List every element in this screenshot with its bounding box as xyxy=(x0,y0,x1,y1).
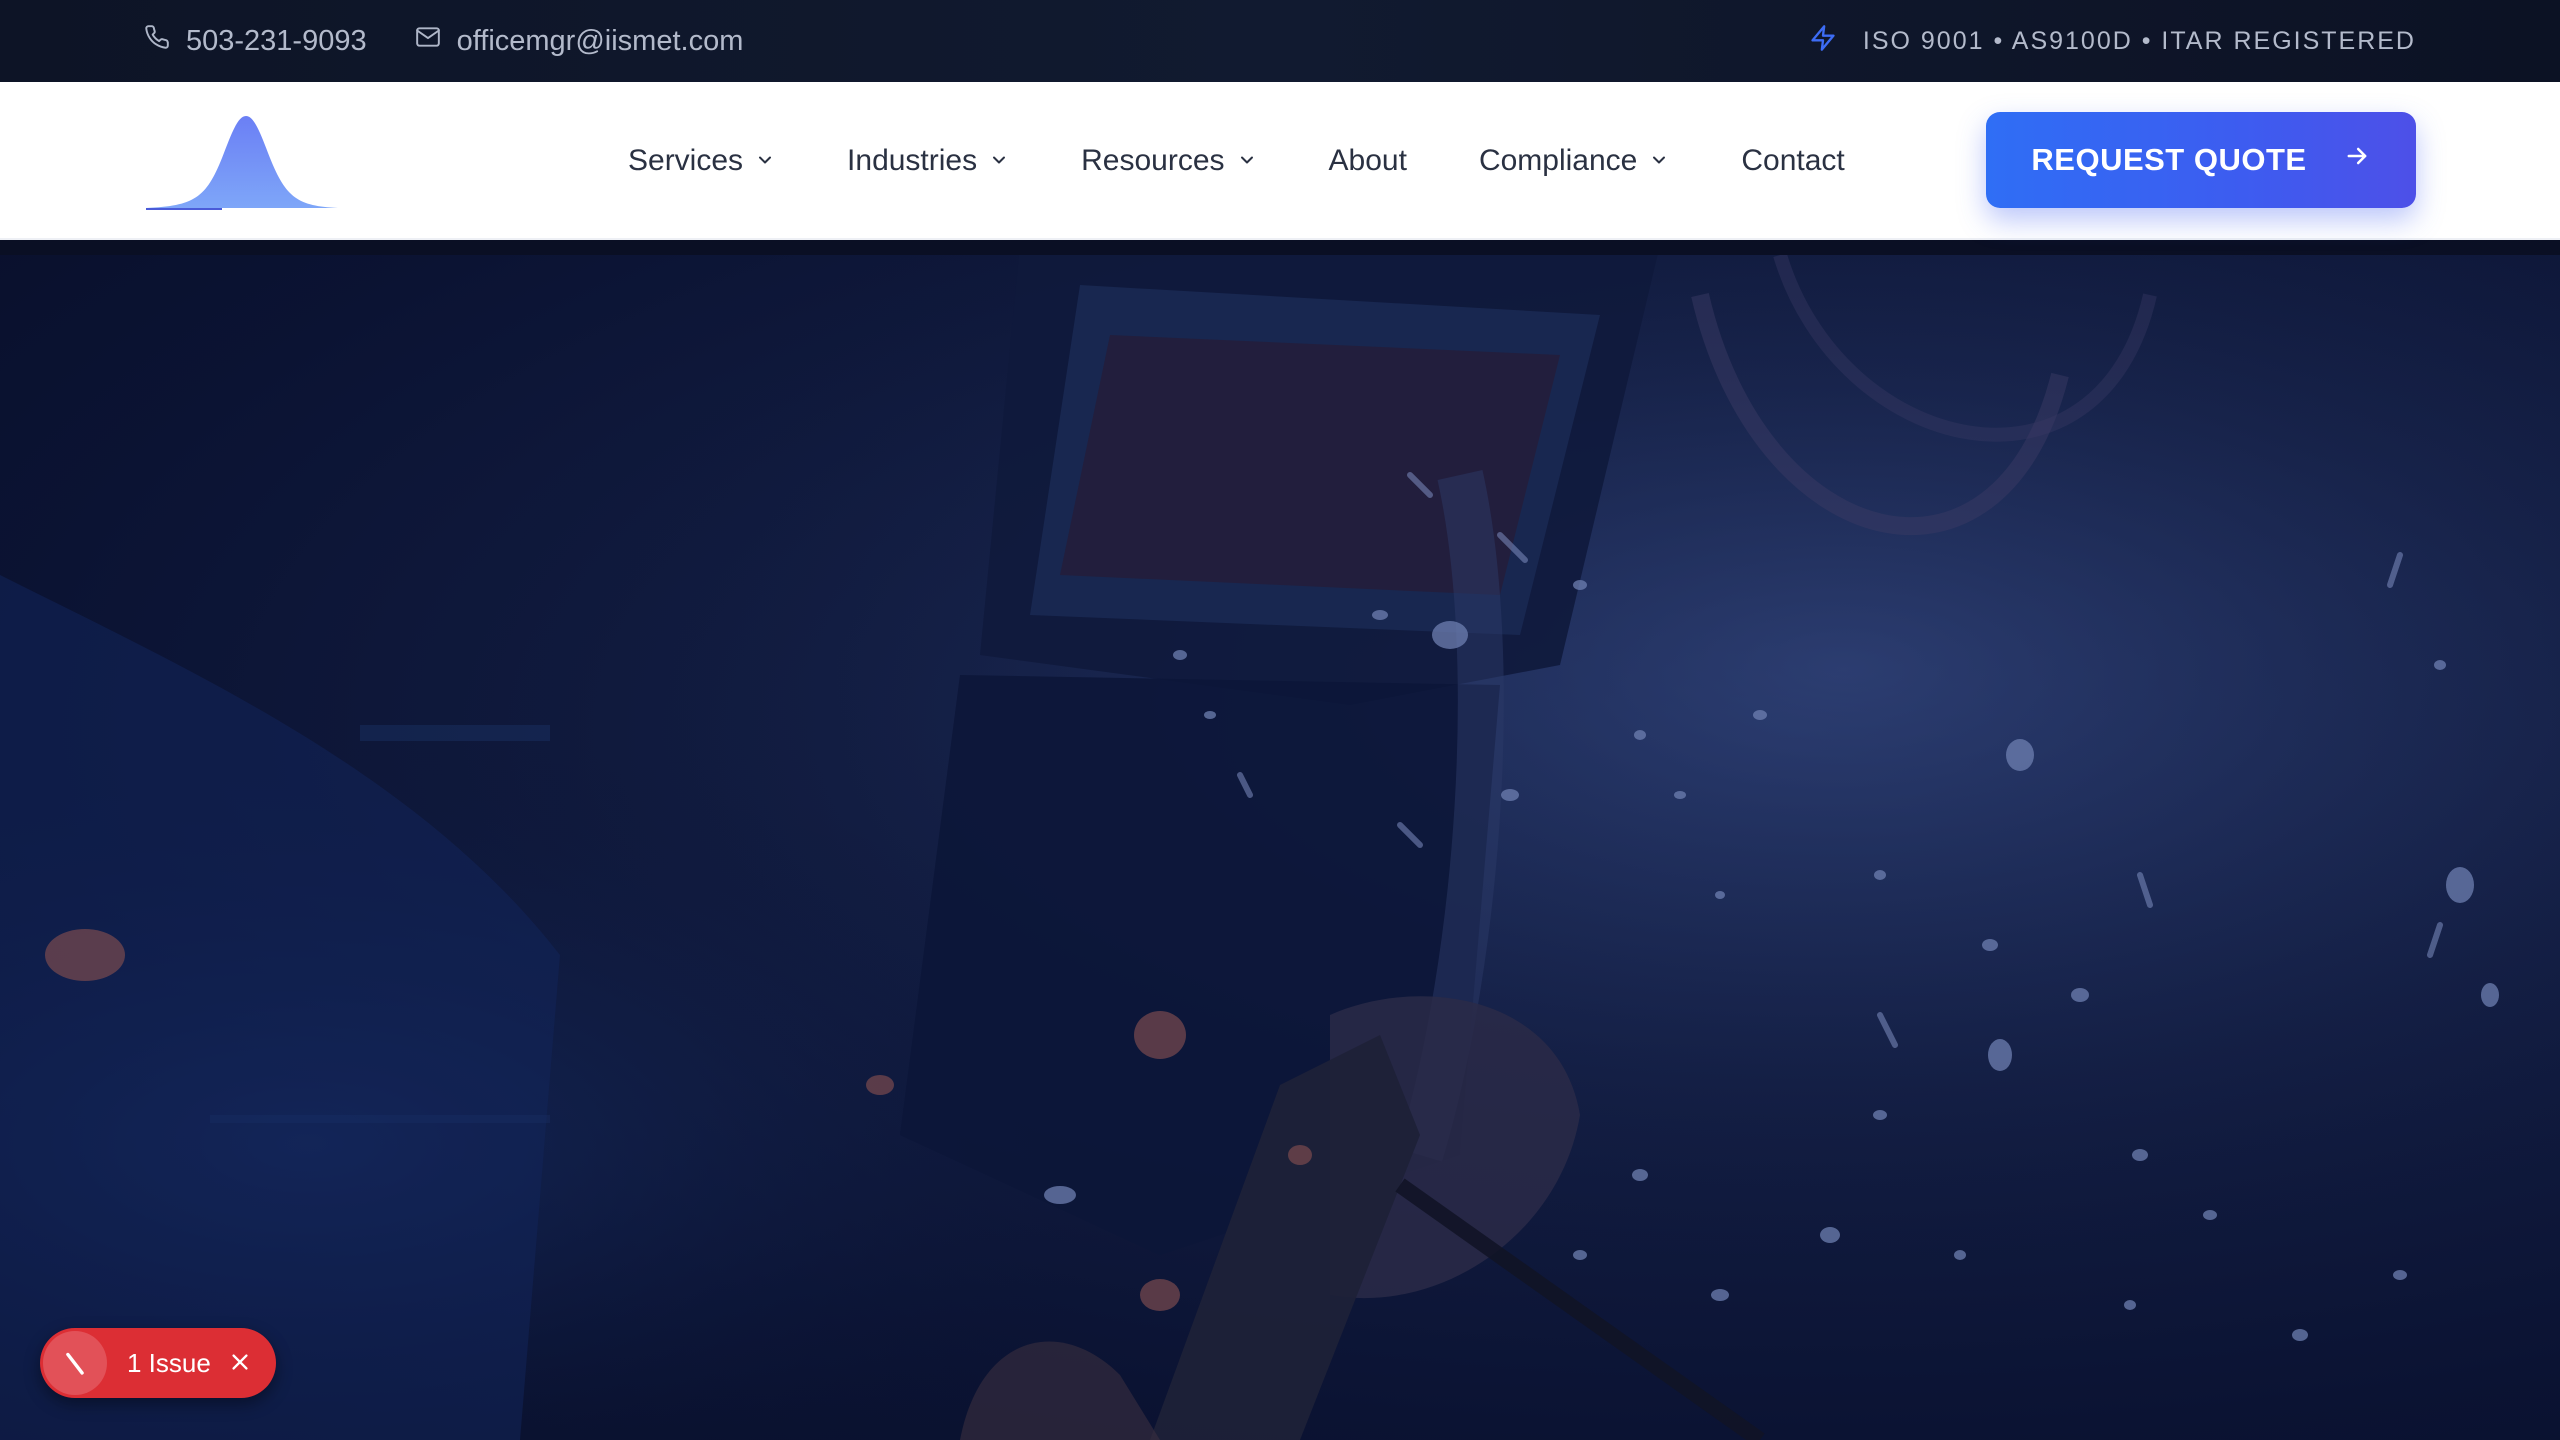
phone-link[interactable]: 503-231-9093 xyxy=(144,24,367,58)
nav-label: Resources xyxy=(1081,144,1225,177)
nav-about[interactable]: About xyxy=(1329,144,1407,178)
close-icon[interactable] xyxy=(229,1351,253,1375)
mail-icon xyxy=(415,24,441,58)
nav-compliance[interactable]: Compliance xyxy=(1479,144,1669,178)
contact-info: 503-231-9093 officemgr@iismet.com xyxy=(144,0,743,82)
hero-background-image xyxy=(0,255,2560,1440)
chevron-down-icon xyxy=(1649,144,1669,178)
certifications-text: ISO 9001 • AS9100D • ITAR REGISTERED xyxy=(1862,26,2416,55)
nav-label: About xyxy=(1328,144,1407,177)
nav-resources[interactable]: Resources xyxy=(1081,144,1256,178)
issues-badge[interactable]: 1 Issue xyxy=(40,1328,276,1398)
chevron-down-icon xyxy=(755,144,775,178)
bolt-icon xyxy=(1809,24,1837,59)
nav-label: Contact xyxy=(1741,144,1845,177)
email-address: officemgr@iismet.com xyxy=(456,24,744,57)
site-logo[interactable] xyxy=(144,98,340,212)
nav-contact[interactable]: Contact xyxy=(1741,144,1844,178)
nav-services[interactable]: Services xyxy=(628,144,775,178)
certifications: ISO 9001 • AS9100D • ITAR REGISTERED xyxy=(1809,0,2416,82)
email-link[interactable]: officemgr@iismet.com xyxy=(415,24,744,58)
welder-scene-illustration xyxy=(0,255,2560,1440)
chevron-down-icon xyxy=(1237,144,1257,178)
phone-icon xyxy=(144,24,170,58)
issue-count: 1 Issue xyxy=(127,1347,211,1378)
request-quote-label: REQUEST QUOTE xyxy=(2031,142,2307,177)
nav-industries[interactable]: Industries xyxy=(847,144,1009,178)
nav-label: Compliance xyxy=(1478,144,1638,177)
site-header: Services Industries Resources About Comp… xyxy=(0,82,2560,240)
request-quote-button[interactable]: REQUEST QUOTE xyxy=(1986,112,2416,208)
phone-number: 503-231-9093 xyxy=(186,24,367,57)
nav-label: Industries xyxy=(847,144,978,177)
nav-label: Services xyxy=(628,144,744,177)
chevron-down-icon xyxy=(989,144,1009,178)
nextjs-logo-icon xyxy=(43,1331,107,1395)
arrow-right-icon xyxy=(2343,142,2371,178)
main-nav: Services Industries Resources About Comp… xyxy=(628,82,1845,240)
top-info-bar: 503-231-9093 officemgr@iismet.com ISO 90… xyxy=(0,0,2560,82)
